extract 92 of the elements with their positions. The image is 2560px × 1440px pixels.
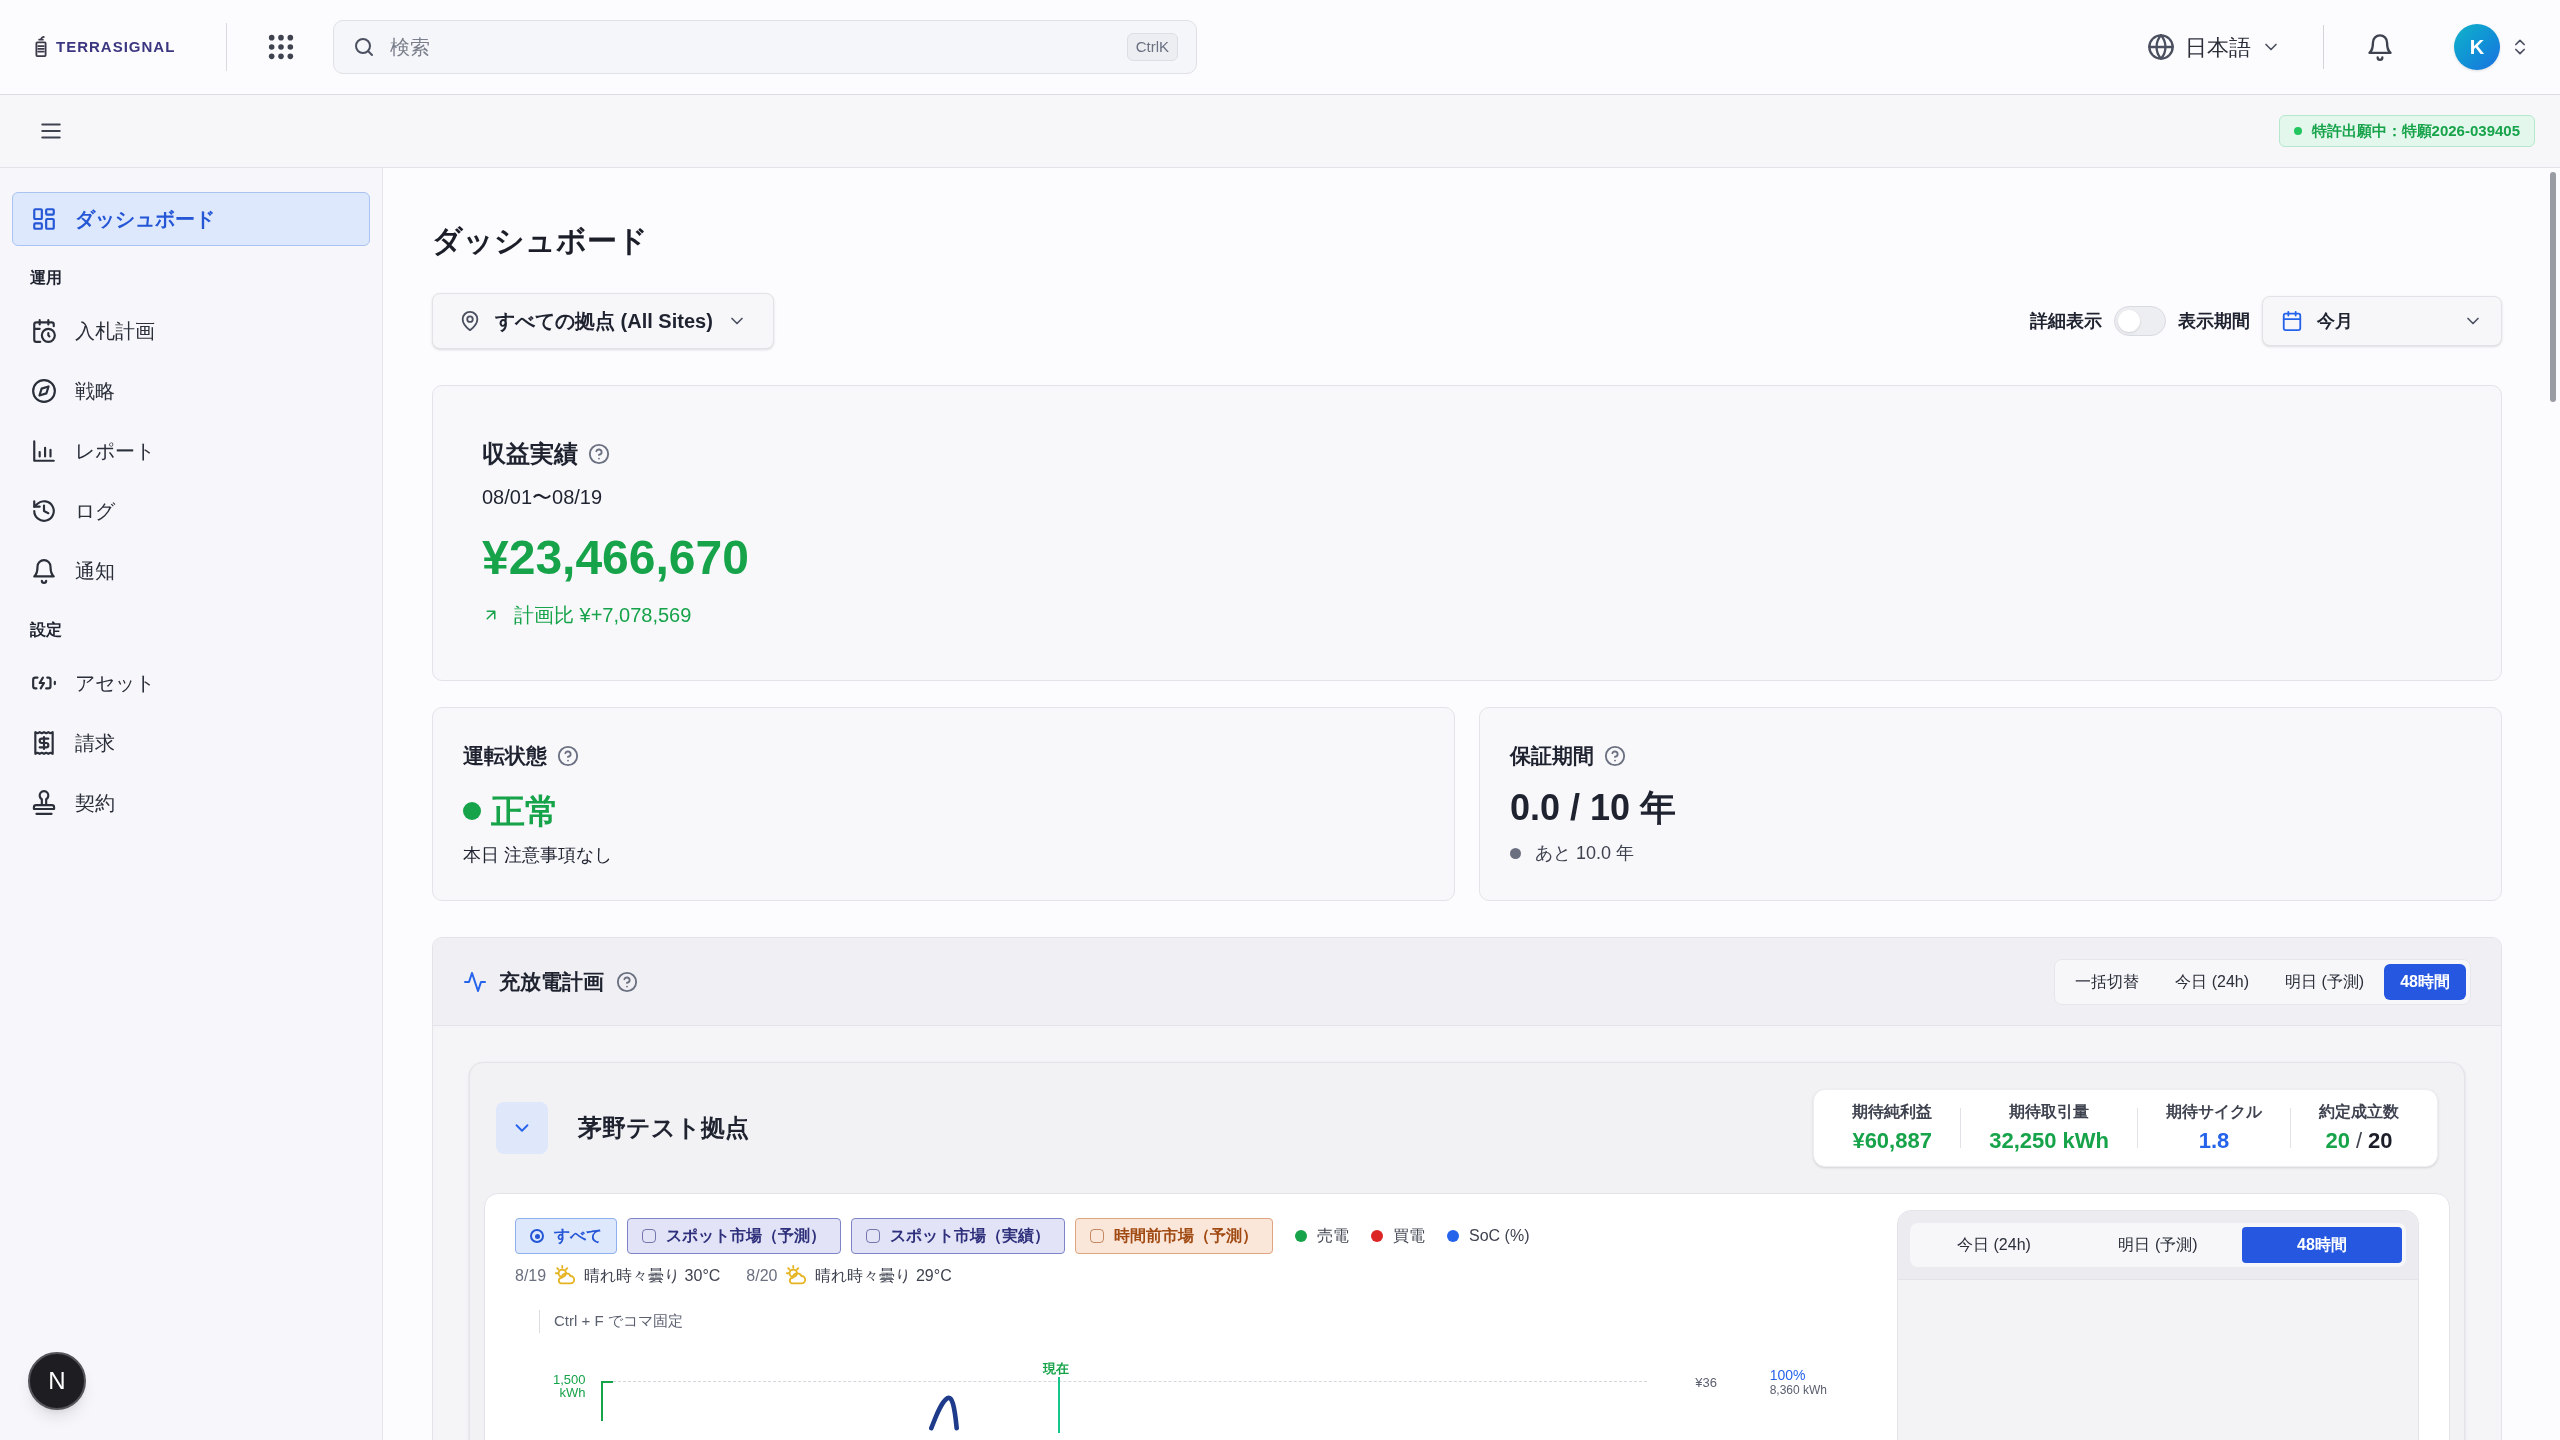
filter-chip[interactable]: すべて — [515, 1218, 617, 1254]
stat-value: 1.8 — [2197, 1126, 2231, 1155]
stat-label: 期待サイクル — [2166, 1101, 2262, 1122]
card-title: 保証期間 — [1510, 743, 1594, 769]
warranty-remaining: あと 10.0 年 — [1535, 841, 1635, 865]
stat-label: 期待純利益 — [1852, 1101, 1933, 1122]
sun-cloud-icon — [785, 1265, 808, 1287]
search-field[interactable]: 検索 — [390, 32, 1113, 62]
search-bar[interactable]: 検索 CtrlK — [333, 20, 1197, 74]
stat-value: ¥60,887 — [1852, 1126, 1933, 1155]
warranty-value: 0.0 / 10 年 — [1510, 789, 1678, 826]
site-name: 茅野テスト拠点 — [578, 1113, 749, 1143]
help-icon[interactable] — [616, 970, 638, 993]
range-tab[interactable]: 一括切替 — [2059, 963, 2156, 1000]
filter-chip[interactable]: スポット市場（実績） — [851, 1218, 1065, 1254]
site-selector[interactable]: すべての拠点 (All Sites) — [432, 293, 774, 349]
help-icon[interactable] — [1604, 744, 1626, 767]
sun-cloud-icon — [554, 1265, 577, 1287]
bell-icon — [31, 558, 57, 584]
calendar-icon — [2281, 310, 2303, 332]
period-label: 表示期間 — [2178, 309, 2250, 333]
sidebar-item[interactable]: 契約 — [12, 776, 370, 830]
now-marker — [1058, 1376, 1060, 1433]
plan-comparison: 計画比 ¥+7,078,569 — [514, 603, 692, 628]
activity-icon — [463, 969, 487, 994]
stat-value: 20 / 20 — [2324, 1126, 2394, 1155]
floating-n-button[interactable]: N — [28, 1352, 86, 1410]
stat-label: 約定成立数 — [2319, 1101, 2399, 1122]
calendar-clock-icon — [31, 318, 57, 344]
axis-label: 1,500 kWh — [553, 1372, 586, 1399]
weather-date: 8/20 — [746, 1266, 778, 1286]
price-label: ¥36 — [1695, 1373, 1717, 1392]
logo-text: TERRASIGNAL — [56, 36, 176, 57]
section-heading: 運用 — [29, 268, 63, 288]
logo[interactable]: TERRASIGNAL — [30, 33, 200, 61]
legend-label: 買電 — [1393, 1226, 1425, 1246]
apps-grid-icon[interactable] — [267, 33, 295, 61]
patent-text: 特許出願中：特願2026-039405 — [2311, 120, 2520, 141]
detail-toggle[interactable] — [2114, 306, 2166, 336]
toggle-label: 詳細表示 — [2030, 309, 2102, 333]
revenue-amount: ¥23,466,670 — [482, 534, 750, 582]
soc-label: 100% 8,360 kWh — [1769, 1366, 1827, 1398]
stat-label: 期待取引量 — [2008, 1101, 2091, 1122]
filter-chip[interactable]: スポット市場（予測） — [627, 1218, 841, 1254]
date-range: 08/01〜08/19 — [482, 485, 604, 510]
now-label: 現在 — [1043, 1359, 1069, 1378]
compass-icon — [31, 378, 57, 404]
panel-tab[interactable]: 48時間 — [2242, 1227, 2402, 1263]
sidebar-item[interactable]: 入札計画 — [12, 304, 370, 358]
shortcut-hint: Ctrl + F でコマ固定 — [539, 1310, 1867, 1333]
sidebar-item[interactable]: アセット — [12, 656, 370, 710]
legend-label: SoC (%) — [1469, 1226, 1530, 1246]
help-icon[interactable] — [588, 443, 610, 465]
range-tab[interactable]: 48時間 — [2384, 963, 2466, 1000]
page-title: ダッシュボード — [432, 223, 649, 259]
section-heading: 設定 — [29, 620, 63, 640]
map-pin-icon — [459, 310, 481, 332]
notification-bell-icon[interactable] — [2366, 33, 2394, 61]
shortcut-hint: CtrlK — [1126, 32, 1178, 62]
grid-icon — [31, 206, 57, 232]
receipt-icon — [31, 730, 57, 756]
axis-line — [601, 1380, 613, 1421]
globe-icon — [2147, 33, 2175, 61]
stamp-icon — [31, 790, 57, 816]
sidebar-item[interactable]: 通知 — [12, 544, 370, 598]
sidebar-item[interactable]: ダッシュボード — [12, 192, 370, 246]
scrollbar-thumb[interactable] — [2550, 172, 2556, 402]
panel-tab[interactable]: 明日 (予測) — [2078, 1227, 2238, 1263]
section-title: 充放電計画 — [499, 968, 604, 995]
sidebar-item[interactable]: 請求 — [12, 716, 370, 770]
sidebar-item[interactable]: レポート — [12, 424, 370, 478]
bar-chart-icon — [31, 438, 57, 464]
weather-text: 晴れ時々曇り 30°C — [584, 1266, 721, 1286]
status-note: 本日 注意事項なし — [463, 843, 613, 867]
period-selector[interactable]: 今月 — [2262, 296, 2502, 346]
filter-chip[interactable]: 時間前市場（予測） — [1075, 1218, 1273, 1254]
sidebar-item[interactable]: 戦略 — [12, 364, 370, 418]
history-icon — [31, 498, 57, 524]
language-selector[interactable]: 日本語 — [2147, 30, 2281, 64]
stat-value: 32,250 kWh — [1989, 1126, 2109, 1155]
status-value: 正常 — [491, 793, 559, 828]
card-title: 運転状態 — [463, 743, 547, 769]
sidebar-item[interactable]: ログ — [12, 484, 370, 538]
help-icon[interactable] — [557, 744, 579, 767]
panel-tab[interactable]: 今日 (24h) — [1914, 1227, 2074, 1263]
weather-text: 晴れ時々曇り 29°C — [815, 1266, 952, 1286]
range-tab[interactable]: 明日 (予測) — [2269, 963, 2381, 1000]
search-icon — [352, 35, 376, 59]
legend-label: 売電 — [1317, 1226, 1349, 1246]
card-title: 収益実績 — [482, 439, 578, 469]
range-tab[interactable]: 今日 (24h) — [2159, 963, 2266, 1000]
weather-date: 8/19 — [515, 1266, 547, 1286]
